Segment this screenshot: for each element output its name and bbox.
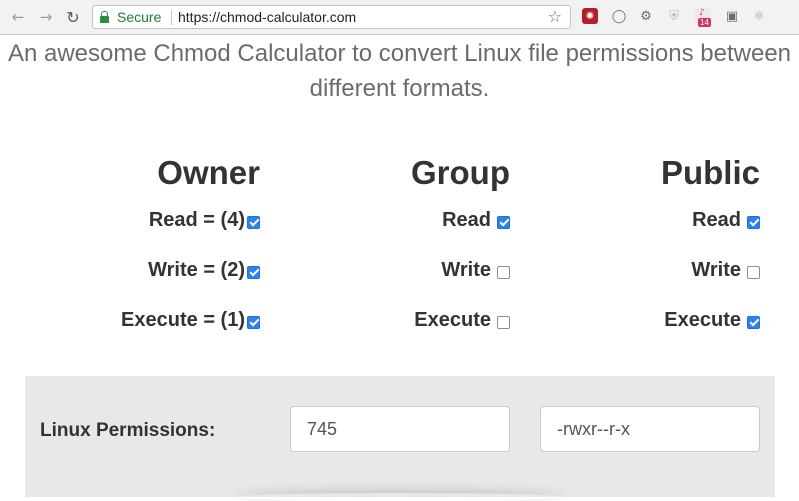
back-button[interactable]: ← [8, 7, 28, 27]
group-read-label: Read [442, 208, 491, 231]
linux-permissions-label: Linux Permissions: [40, 420, 216, 441]
forward-button[interactable]: → [36, 7, 56, 27]
ext-shield-icon[interactable]: ⛨ [666, 8, 682, 24]
group-write-row[interactable]: Write [441, 257, 510, 283]
arrow-right-icon: → [39, 8, 53, 26]
url-text[interactable]: https://chmod-calculator.com [178, 9, 356, 25]
group-write-checkbox[interactable] [497, 265, 510, 279]
group-execute-label: Execute [414, 308, 491, 331]
browser-toolbar: ← → ↻ Secure https://chmod-calculator.co… [0, 0, 799, 35]
ext-red-tool-icon[interactable]: ✺ [582, 8, 598, 24]
group-read-checkbox[interactable] [497, 215, 510, 229]
arrow-left-icon: ← [11, 8, 25, 26]
public-write-checkbox[interactable] [747, 265, 760, 279]
page-tagline: An awesome Chmod Calculator to convert L… [7, 40, 792, 102]
public-execute-label: Execute [664, 308, 741, 331]
ext-atom-icon[interactable]: ⚛ [751, 8, 767, 24]
public-write-row[interactable]: Write [691, 257, 760, 283]
owner-write-label: Write = (2) [148, 258, 245, 281]
public-read-label: Read [692, 208, 741, 231]
ext-badge-count: 14 [698, 18, 711, 27]
ext-calendar-icon[interactable]: ♪ 14 [695, 8, 711, 27]
owner-write-checkbox[interactable] [247, 265, 260, 279]
owner-read-row[interactable]: Read = (4) [149, 207, 260, 233]
lock-icon [100, 11, 109, 23]
owner-execute-checkbox[interactable] [247, 315, 260, 329]
owner-write-row[interactable]: Write = (2) [148, 257, 260, 283]
group-read-row[interactable]: Read [442, 207, 510, 233]
public-execute-row[interactable]: Execute [664, 307, 760, 333]
public-read-row[interactable]: Read [692, 207, 760, 233]
owner-execute-label: Execute = (1) [121, 308, 245, 331]
group-heading: Group [411, 154, 510, 191]
reload-icon: ↻ [66, 7, 80, 27]
owner-read-label: Read = (4) [148, 208, 245, 231]
group-execute-checkbox[interactable] [497, 315, 510, 329]
ext-gear-icon[interactable]: ⚙ [638, 8, 654, 24]
owner-execute-row[interactable]: Execute = (1) [121, 307, 260, 333]
public-heading: Public [660, 154, 760, 191]
symbolic-permissions-input[interactable] [540, 406, 760, 452]
secure-label: Secure [117, 9, 162, 25]
owner-read-checkbox[interactable] [247, 215, 260, 229]
public-read-checkbox[interactable] [747, 215, 760, 229]
numeric-permissions-input[interactable] [290, 406, 510, 452]
reload-button[interactable]: ↻ [63, 7, 83, 27]
ext-lightbulb-icon[interactable]: ▣ [724, 8, 740, 24]
bookmark-star-icon[interactable]: ☆ [548, 7, 562, 26]
group-execute-row[interactable]: Execute [414, 307, 510, 333]
owner-heading: Owner [157, 154, 260, 191]
ext-circle-icon[interactable]: ◯ [611, 8, 627, 24]
panel-bottom-shadow [235, 493, 565, 501]
public-write-label: Write [691, 258, 741, 281]
permissions-result-panel: Linux Permissions: [25, 376, 775, 497]
address-divider [171, 10, 172, 25]
public-execute-checkbox[interactable] [747, 315, 760, 329]
address-bar[interactable]: Secure https://chmod-calculator.com ☆ [92, 5, 571, 29]
group-write-label: Write [441, 258, 491, 281]
